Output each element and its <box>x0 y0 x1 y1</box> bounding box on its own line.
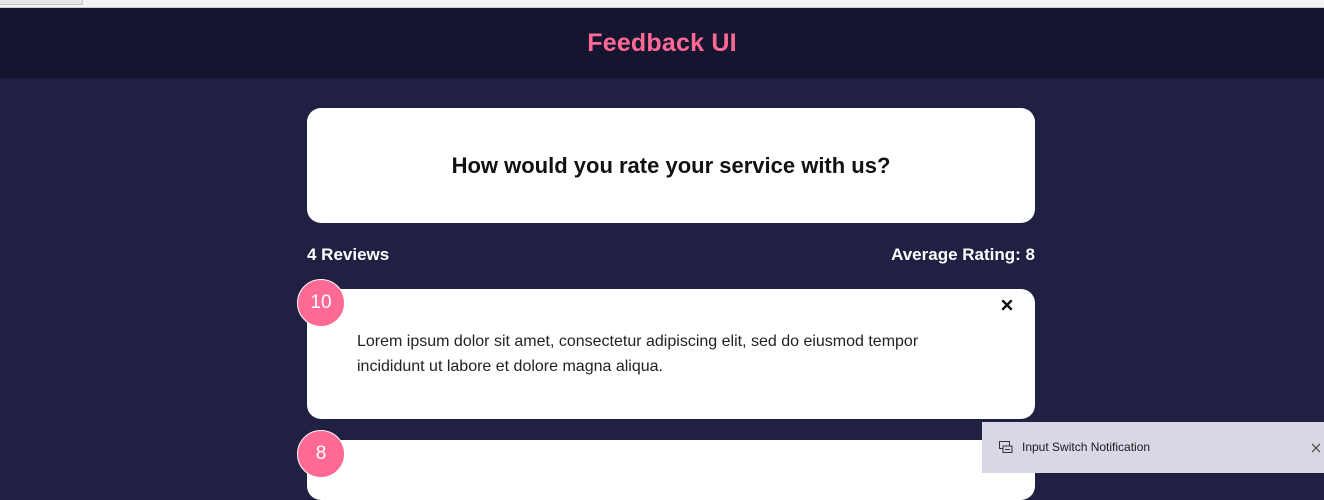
input-switch-notification[interactable]: Input Switch Notification <box>982 422 1324 473</box>
question-text: How would you rate your service with us? <box>451 152 891 178</box>
review-card: 10 Lorem ipsum dolor sit amet, consectet… <box>297 279 1035 419</box>
app-header: Feedback UI <box>0 8 1324 78</box>
review-text: Lorem ipsum dolor sit amet, consectetur … <box>357 333 919 375</box>
notification-text: Input Switch Notification <box>1022 440 1151 454</box>
rating-badge: 10 <box>297 279 345 327</box>
review-card: 8 <box>297 430 1035 500</box>
app-title: Feedback UI <box>587 28 737 57</box>
input-switch-icon <box>999 441 1013 453</box>
browser-tab[interactable] <box>0 0 83 5</box>
browser-top-strip <box>0 0 1324 8</box>
feedback-stats: 4 Reviews Average Rating: 8 <box>307 245 1035 265</box>
delete-review-button[interactable] <box>999 297 1015 313</box>
question-card: How would you rate your service with us? <box>307 108 1035 223</box>
rating-badge: 8 <box>297 430 345 478</box>
close-icon[interactable] <box>1309 441 1323 455</box>
average-rating: Average Rating: 8 <box>891 245 1035 264</box>
close-icon[interactable] <box>1001 299 1013 311</box>
main-container: How would you rate your service with us?… <box>297 108 1035 500</box>
reviews-count: 4 Reviews <box>307 245 390 264</box>
